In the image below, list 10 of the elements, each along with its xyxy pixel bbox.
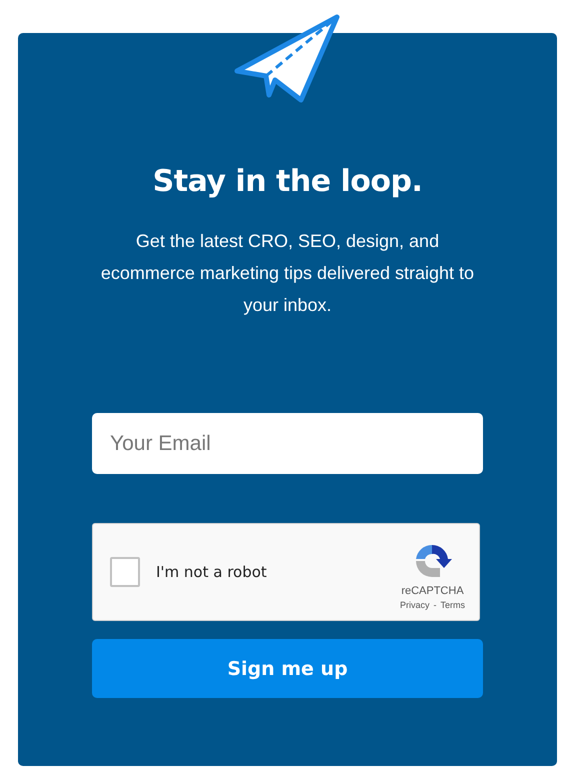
separator: - — [434, 600, 436, 610]
terms-link[interactable]: Terms — [440, 600, 465, 610]
brand-name: reCAPTCHA — [401, 584, 464, 596]
privacy-link[interactable]: Privacy — [400, 600, 430, 610]
sign-up-button[interactable]: Sign me up — [92, 639, 483, 698]
checkbox[interactable] — [110, 557, 140, 587]
heading: Stay in the loop. — [152, 164, 422, 199]
checkbox-label: I'm not a robot — [156, 563, 268, 581]
email-field[interactable]: Your Email — [92, 413, 483, 474]
description: Get the latest CRO, SEO, design, and ecommerce marketing tips delivered straight to your inbox. — [100, 230, 476, 317]
